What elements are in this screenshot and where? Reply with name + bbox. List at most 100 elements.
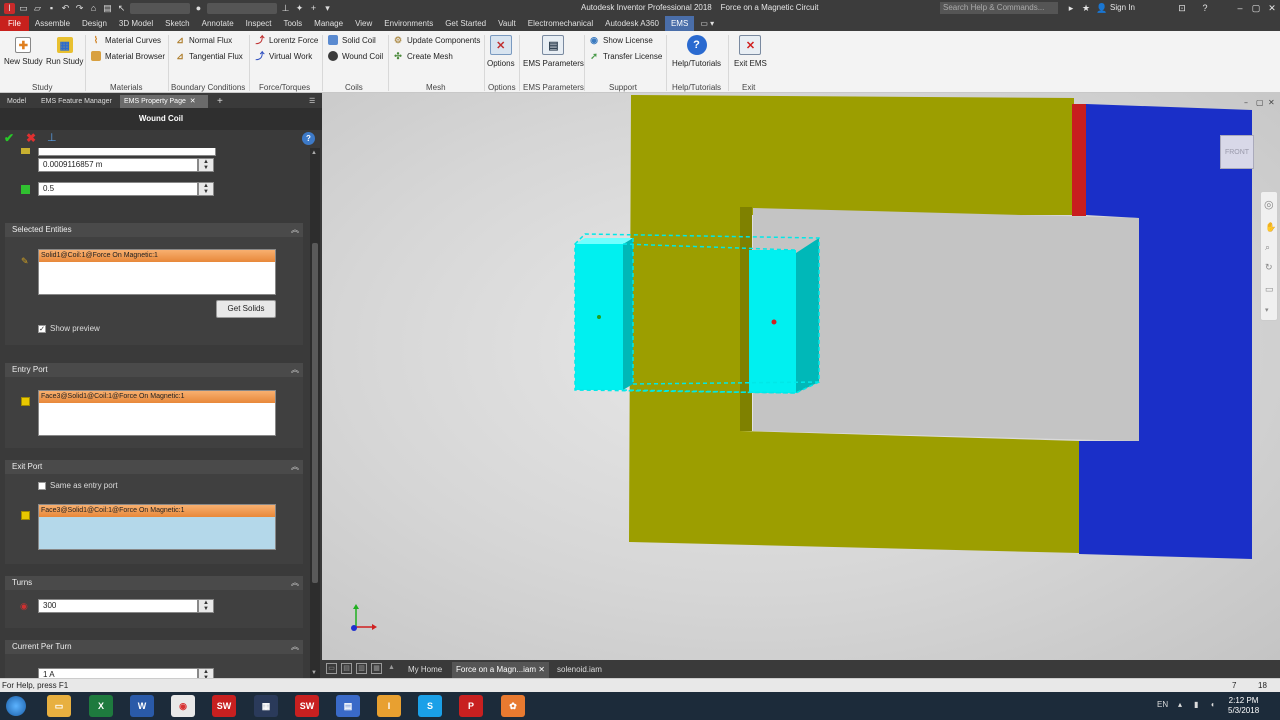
turns-header[interactable]: Turns ︽ (5, 576, 303, 590)
add-tab-icon[interactable]: + (213, 95, 227, 108)
doc-tab-solenoid[interactable]: solenoid.iam (553, 662, 606, 678)
appearance-dropdown[interactable] (207, 2, 277, 14)
scroll-up-icon[interactable]: ▲ (311, 150, 317, 156)
list-item[interactable]: Face3@Solid1@Coil:1@Force On Magnetic:1 (39, 505, 275, 517)
help-icon[interactable]: ? (1197, 0, 1213, 16)
tab-ems-feature-manager[interactable]: EMS Feature Manager (37, 95, 116, 108)
tab-vault[interactable]: Vault (492, 16, 522, 31)
network-icon[interactable]: ▮ (1194, 700, 1198, 709)
graphics-viewport[interactable]: – ▢ ✕ FRONT ◎ ✋ ⌕ ↻ ▭ ▾ (322, 93, 1280, 660)
lorentz-force-button[interactable]: ⤴ Lorentz Force (255, 35, 318, 45)
chrome-icon[interactable]: ◉ (171, 695, 195, 717)
word-doc-icon[interactable]: ▤ (336, 695, 360, 717)
entry-port-list[interactable]: Face3@Solid1@Coil:1@Force On Magnetic:1 (38, 390, 276, 436)
select-icon[interactable]: ↖ (116, 3, 127, 14)
pdf-icon[interactable]: P (459, 695, 483, 717)
search-arrow-icon[interactable]: ▸ (1063, 0, 1079, 16)
collapse-icon[interactable]: ︽ (291, 576, 299, 590)
current-per-turn-input[interactable]: 1 A (38, 668, 198, 678)
normal-flux-button[interactable]: ⊿ Normal Flux (175, 35, 232, 45)
scrollbar-thumb[interactable] (312, 243, 318, 583)
help-search-input[interactable]: Search Help & Commands... (940, 2, 1058, 14)
save-icon[interactable]: ▪ (46, 3, 57, 14)
list-item[interactable]: Solid1@Coil:1@Force On Magnetic:1 (39, 250, 275, 262)
panel-menu-icon[interactable]: ☰ (305, 95, 319, 108)
ems-parameters-button[interactable]: ▤ EMS Parameters (523, 35, 584, 68)
settings-icon[interactable]: ✿ (501, 695, 525, 717)
show-license-button[interactable]: ◉ Show License (589, 35, 653, 45)
turns-spinner[interactable]: ▲ ▼ (198, 599, 214, 613)
home-icon[interactable]: ⌂ (88, 3, 99, 14)
tab-model[interactable]: Model (3, 95, 30, 108)
new-icon[interactable]: ▭ (18, 3, 29, 14)
tab-file[interactable]: File (0, 16, 29, 31)
collapse-icon[interactable]: ︽ (291, 363, 299, 377)
cascade-icon[interactable]: ▤ (341, 663, 352, 674)
star-icon[interactable]: ★ (1078, 0, 1094, 16)
current-per-turn-header[interactable]: Current Per Turn ︽ (5, 640, 303, 654)
excel-icon[interactable]: X (89, 695, 113, 717)
turns-input[interactable]: 300 (38, 599, 198, 613)
language-indicator[interactable]: EN (1157, 700, 1168, 709)
panel-scrollbar[interactable]: ▲ ▼ (310, 148, 320, 678)
close-doc-tab-icon[interactable]: ✕ (538, 665, 545, 674)
tray-arrow-icon[interactable]: ▴ (1178, 700, 1182, 709)
taskbar-clock[interactable]: 2:12 PM 5/3/2018 (1228, 696, 1259, 716)
fill-factor-spinner[interactable]: ▲ ▼ (198, 182, 214, 196)
exit-ems-button[interactable]: ✕ Exit EMS (734, 35, 767, 68)
tab-ems[interactable]: EMS (664, 16, 695, 31)
selected-entities-list[interactable]: Solid1@Coil:1@Force On Magnetic:1 (38, 249, 276, 295)
custom-icon[interactable]: ▾ (322, 3, 333, 14)
options-button[interactable]: ✕ Options (487, 35, 515, 68)
help-tutorials-button[interactable]: ? Help/Tutorials (672, 35, 721, 68)
entry-port-header[interactable]: Entry Port ︽ (5, 363, 303, 377)
partial-field[interactable] (38, 148, 216, 156)
tangential-flux-button[interactable]: ⊿ Tangential Flux (175, 51, 243, 61)
cancel-x-icon[interactable]: ✖ (26, 131, 36, 145)
calculator-icon[interactable]: ▦ (254, 695, 278, 717)
arrange-v-icon[interactable]: ▦ (371, 663, 382, 674)
tab-3d-model[interactable]: 3D Model (113, 16, 159, 31)
tab-sketch[interactable]: Sketch (159, 16, 195, 31)
color-icon[interactable]: ● (193, 3, 204, 14)
tab-assemble[interactable]: Assemble (29, 16, 76, 31)
collapse-icon[interactable]: ︽ (291, 640, 299, 654)
tab-annotate[interactable]: Annotate (196, 16, 240, 31)
show-preview-checkbox[interactable]: ✓ Show preview (38, 324, 100, 333)
pan-icon[interactable]: ✋ (1265, 222, 1276, 233)
tab-design[interactable]: Design (76, 16, 113, 31)
look-at-icon[interactable]: ▭ (1265, 284, 1274, 295)
tab-get-started[interactable]: Get Started (439, 16, 492, 31)
ribbon-options-icon[interactable]: ▭ ▾ (694, 16, 720, 31)
transfer-license-button[interactable]: ➚ Transfer License (589, 51, 662, 61)
pin-icon[interactable]: ⊥ (47, 131, 57, 144)
wire-size-input[interactable]: 0.0009116857 m (38, 158, 198, 172)
list-item[interactable]: Face3@Solid1@Coil:1@Force On Magnetic:1 (39, 391, 275, 403)
tab-manage[interactable]: Manage (308, 16, 349, 31)
virtual-work-button[interactable]: ⤴ Virtual Work (255, 51, 312, 61)
get-solids-button[interactable]: Get Solids (216, 300, 276, 318)
steering-wheel-icon[interactable]: ◎ (1264, 198, 1274, 211)
tab-autodesk-a360[interactable]: Autodesk A360 (599, 16, 665, 31)
tab-ems-property-page[interactable]: EMS Property Page ✕ (120, 95, 208, 108)
doc-tab-force-on-magnetic[interactable]: Force on a Magn...iam ✕ (452, 662, 549, 678)
measure-icon[interactable]: ⊥ (280, 3, 291, 14)
volume-icon[interactable]: ◖ (1210, 700, 1215, 709)
nav-menu-icon[interactable]: ▾ (1265, 306, 1269, 314)
close-icon[interactable]: ✕ (1264, 0, 1280, 16)
material-browser-button[interactable]: Material Browser (91, 51, 165, 61)
material-curves-button[interactable]: ⌇ Material Curves (91, 35, 161, 45)
material-dropdown[interactable] (130, 2, 190, 14)
current-spinner[interactable]: ▲ ▼ (198, 668, 214, 678)
solid-coil-button[interactable]: Solid Coil (328, 35, 376, 45)
restore-icon[interactable]: ▢ (1248, 0, 1264, 16)
collapse-icon[interactable]: ︽ (291, 460, 299, 474)
collapse-icon[interactable]: ︽ (291, 223, 299, 237)
panel-help-icon[interactable]: ? (302, 132, 315, 145)
same-as-entry-checkbox[interactable]: Same as entry port (38, 481, 118, 490)
minimize-icon[interactable]: – (1232, 0, 1248, 16)
tab-list-icon[interactable]: ▲ (386, 663, 397, 674)
tile-icon[interactable]: ▭ (326, 663, 337, 674)
undo-icon[interactable]: ↶ (60, 3, 71, 14)
open-icon[interactable]: ▱ (32, 3, 43, 14)
